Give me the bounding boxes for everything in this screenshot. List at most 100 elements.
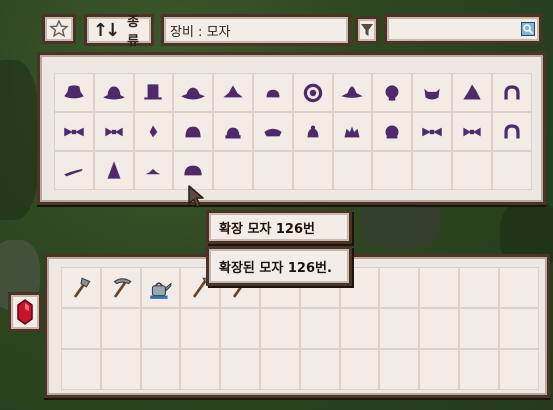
hat-bow-4-icon[interactable] [451,112,492,151]
search-field[interactable] [384,14,542,44]
hat-cat-ears-icon[interactable] [412,73,452,112]
empty-slot[interactable] [220,349,260,390]
empty-slot[interactable] [259,349,300,390]
watering-can-icon [150,281,172,299]
watering-can-icon[interactable] [140,267,181,308]
tooltip-title: 확장 모자 126번 [206,210,352,244]
hat-cowboy-icon [64,84,84,98]
hat-bun-icon [307,125,319,137]
search-icon[interactable] [521,22,535,36]
hat-wide-icon [181,87,206,99]
empty-slot[interactable] [491,151,532,190]
empty-slot[interactable] [498,267,539,308]
hat-turban-icon[interactable] [372,112,413,151]
hat-beanie-icon[interactable] [173,112,214,151]
hat-diving-icon[interactable] [292,73,333,112]
empty-slot[interactable] [332,151,373,190]
hat-straw-icon[interactable] [332,73,373,112]
empty-slot[interactable] [339,308,380,349]
empty-slot[interactable] [458,308,499,349]
axe-icon[interactable] [61,267,101,308]
empty-slot[interactable] [451,151,492,190]
empty-slot[interactable] [379,267,420,308]
hat-bow-3-icon[interactable] [412,112,452,151]
empty-slot[interactable] [100,308,141,349]
empty-slot[interactable] [412,151,452,190]
star-icon [49,19,69,38]
empty-slot[interactable] [220,308,260,349]
hat-pointed-icon[interactable] [93,151,134,190]
empty-slot[interactable] [419,349,459,390]
hat-turban-icon [385,125,399,138]
hat-crown-small-icon[interactable] [332,112,373,151]
empty-slot[interactable] [419,308,459,349]
hat-flat-sm-icon[interactable] [133,151,174,190]
hat-extended-126-icon [184,165,202,175]
hat-cat-ears-icon [424,88,440,99]
empty-slot[interactable] [379,308,420,349]
ruby-tab-button[interactable] [8,292,42,332]
empty-slot[interactable] [252,151,293,190]
hat-wide-icon[interactable] [173,73,214,112]
pickaxe-icon[interactable] [100,267,141,308]
empty-slot[interactable] [379,349,420,390]
hat-witch-flat-icon [223,84,243,97]
hat-headphones-icon[interactable] [491,73,532,112]
empty-slot[interactable] [140,308,181,349]
ruby-icon [17,299,33,325]
axe-icon [73,276,91,298]
empty-slot[interactable] [180,349,221,390]
hat-cap-small-icon[interactable] [252,73,293,112]
category-filter-value: 장비 : 모자 [170,24,231,40]
empty-slot[interactable] [100,349,141,390]
empty-slot[interactable] [61,349,101,390]
foliage [0,60,40,220]
hat-hood-icon[interactable] [491,112,532,151]
category-filter-field[interactable]: 장비 : 모자 [161,14,351,46]
hat-witch-flat-icon[interactable] [213,73,253,112]
empty-slot[interactable] [292,151,333,190]
empty-slot[interactable] [498,308,539,349]
hat-tophat-icon[interactable] [133,73,174,112]
sort-button[interactable]: ↑↓ 종류 [84,14,154,49]
empty-slot[interactable] [458,267,499,308]
hat-bowler-icon[interactable] [93,73,134,112]
hat-straw-icon [341,86,364,98]
hat-bun-icon[interactable] [292,112,333,151]
hat-wizard-short-icon[interactable] [451,73,492,112]
hat-bow-4-icon [463,127,481,136]
empty-slot[interactable] [213,151,253,190]
empty-slot[interactable] [299,308,340,349]
hat-pipe-icon [64,168,83,176]
hat-bow-1-icon[interactable] [54,112,94,151]
empty-slot[interactable] [372,151,413,190]
hat-headphones-icon [504,84,520,99]
hat-grid [54,73,532,190]
hat-bowler-icon [102,86,125,99]
hat-cap-brim-icon[interactable] [252,112,293,151]
empty-slot[interactable] [140,349,181,390]
empty-slot[interactable] [61,308,101,349]
empty-slot[interactable] [259,308,300,349]
hat-flat-sm-icon [145,168,162,174]
hat-pipe-icon[interactable] [54,151,94,190]
hat-feather-icon[interactable] [133,112,174,151]
tooltip-description-text: 확장된 모자 126번. [219,260,332,276]
empty-slot[interactable] [419,267,459,308]
hat-helmet-round-icon[interactable] [372,73,413,112]
filter-button[interactable] [355,16,379,44]
organize-button[interactable] [42,14,76,44]
hat-bow-2-icon[interactable] [93,112,134,151]
sort-arrows-icon: ↑↓ [93,19,120,41]
empty-slot[interactable] [458,349,499,390]
hat-bow-1-icon [64,127,84,136]
hat-knit-icon[interactable] [213,112,253,151]
hat-cowboy-icon[interactable] [54,73,94,112]
empty-slot[interactable] [498,349,539,390]
hat-wizard-short-icon [463,83,481,99]
tooltip-title-text: 확장 모자 126번 [219,221,315,237]
empty-slot[interactable] [180,308,221,349]
empty-slot[interactable] [299,349,340,390]
pickaxe-icon [113,277,132,298]
empty-slot[interactable] [339,349,380,390]
